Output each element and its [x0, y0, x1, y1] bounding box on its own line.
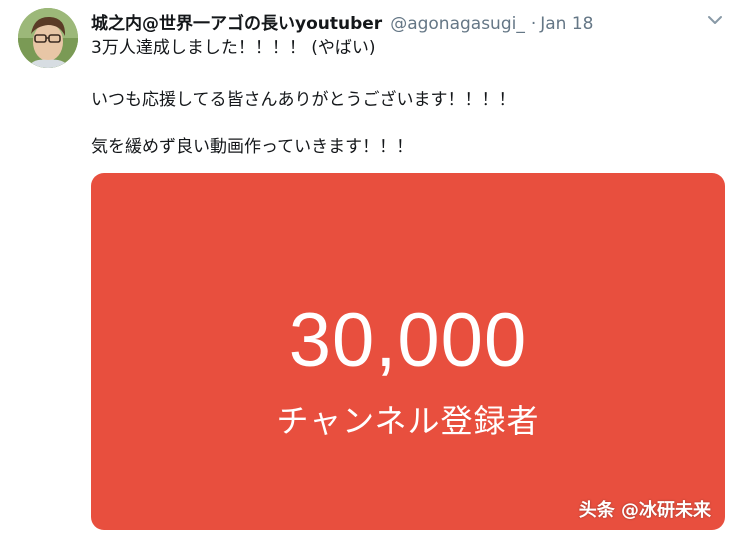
tweet-text-line: 3万人達成しました！！！！ (やばい)	[91, 38, 376, 58]
user-handle[interactable]: @agonagasugi_	[390, 14, 525, 34]
tweet-header: 城之内@世界一アゴの長いyoutuber @agonagasugi_ · Jan…	[91, 9, 594, 34]
tweet-media-image[interactable]: 30,000 チャンネル登録者 头条 @冰研未来	[91, 173, 725, 530]
display-name[interactable]: 城之内@世界一アゴの長いyoutuber	[91, 9, 382, 34]
subscriber-label: チャンネル登録者	[276, 402, 540, 440]
avatar-image	[18, 8, 78, 68]
subscriber-count: 30,000	[288, 298, 528, 383]
avatar[interactable]	[18, 8, 78, 68]
separator-dot: ·	[530, 14, 537, 34]
chevron-down-icon[interactable]	[704, 12, 726, 28]
tweet: 城之内@世界一アゴの長いyoutuber @agonagasugi_ · Jan…	[0, 0, 742, 540]
watermark: 头条 @冰研未来	[578, 500, 711, 521]
tweet-text-line: 気を緩めず良い動画作っていきます！！！	[91, 137, 414, 157]
tweet-date[interactable]: Jan 18	[540, 14, 593, 34]
tweet-text-line: いつも応援してる皆さんありがとうございます！！！！	[91, 90, 516, 110]
